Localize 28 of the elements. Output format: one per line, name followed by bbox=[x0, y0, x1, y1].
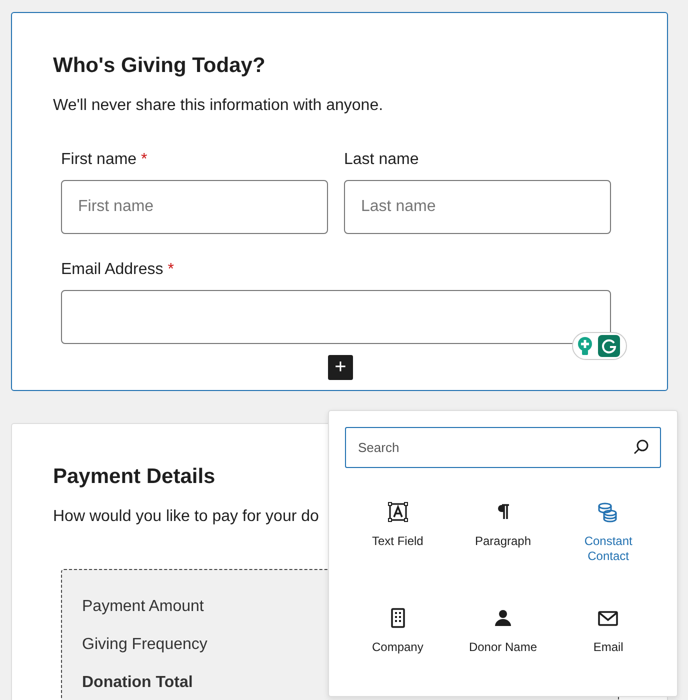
summary-label: Donation Total bbox=[82, 673, 193, 694]
search-field[interactable]: Search bbox=[345, 427, 661, 468]
block-item[interactable]: Paragraph bbox=[450, 492, 556, 582]
grammarly-logo-icon bbox=[598, 335, 620, 357]
summary-label: Payment Amount bbox=[82, 597, 204, 618]
block-item[interactable]: Donor Name bbox=[450, 598, 556, 688]
lightbulb-icon bbox=[576, 336, 594, 356]
summary-label: Giving Frequency bbox=[82, 635, 208, 656]
text-field-icon bbox=[386, 500, 410, 524]
field-label: Last name bbox=[344, 150, 420, 170]
required-asterisk: * bbox=[168, 261, 174, 278]
field-label: Email Address * bbox=[61, 260, 175, 280]
input-field[interactable]: Last name bbox=[344, 180, 611, 234]
block-item[interactable]: Email bbox=[556, 598, 661, 688]
grammarly-badge[interactable] bbox=[572, 332, 627, 360]
section-title: Who's Giving Today? bbox=[53, 53, 266, 78]
add-block-button[interactable]: + bbox=[328, 355, 353, 380]
section-title: Payment Details bbox=[53, 464, 216, 490]
email-field[interactable] bbox=[61, 290, 611, 344]
block-item[interactable]: Text Field bbox=[345, 492, 450, 582]
search-icon bbox=[633, 439, 649, 455]
section-description: How would you like to pay for your do bbox=[53, 507, 319, 528]
block-item[interactable]: Constant Contact bbox=[556, 492, 661, 582]
block-item[interactable]: Company bbox=[345, 598, 450, 688]
input-field[interactable]: First name bbox=[61, 180, 328, 234]
section-description: We'll never share this information with anyone. bbox=[53, 96, 384, 116]
field-label: First name * bbox=[61, 150, 148, 170]
required-asterisk: * bbox=[141, 151, 148, 168]
